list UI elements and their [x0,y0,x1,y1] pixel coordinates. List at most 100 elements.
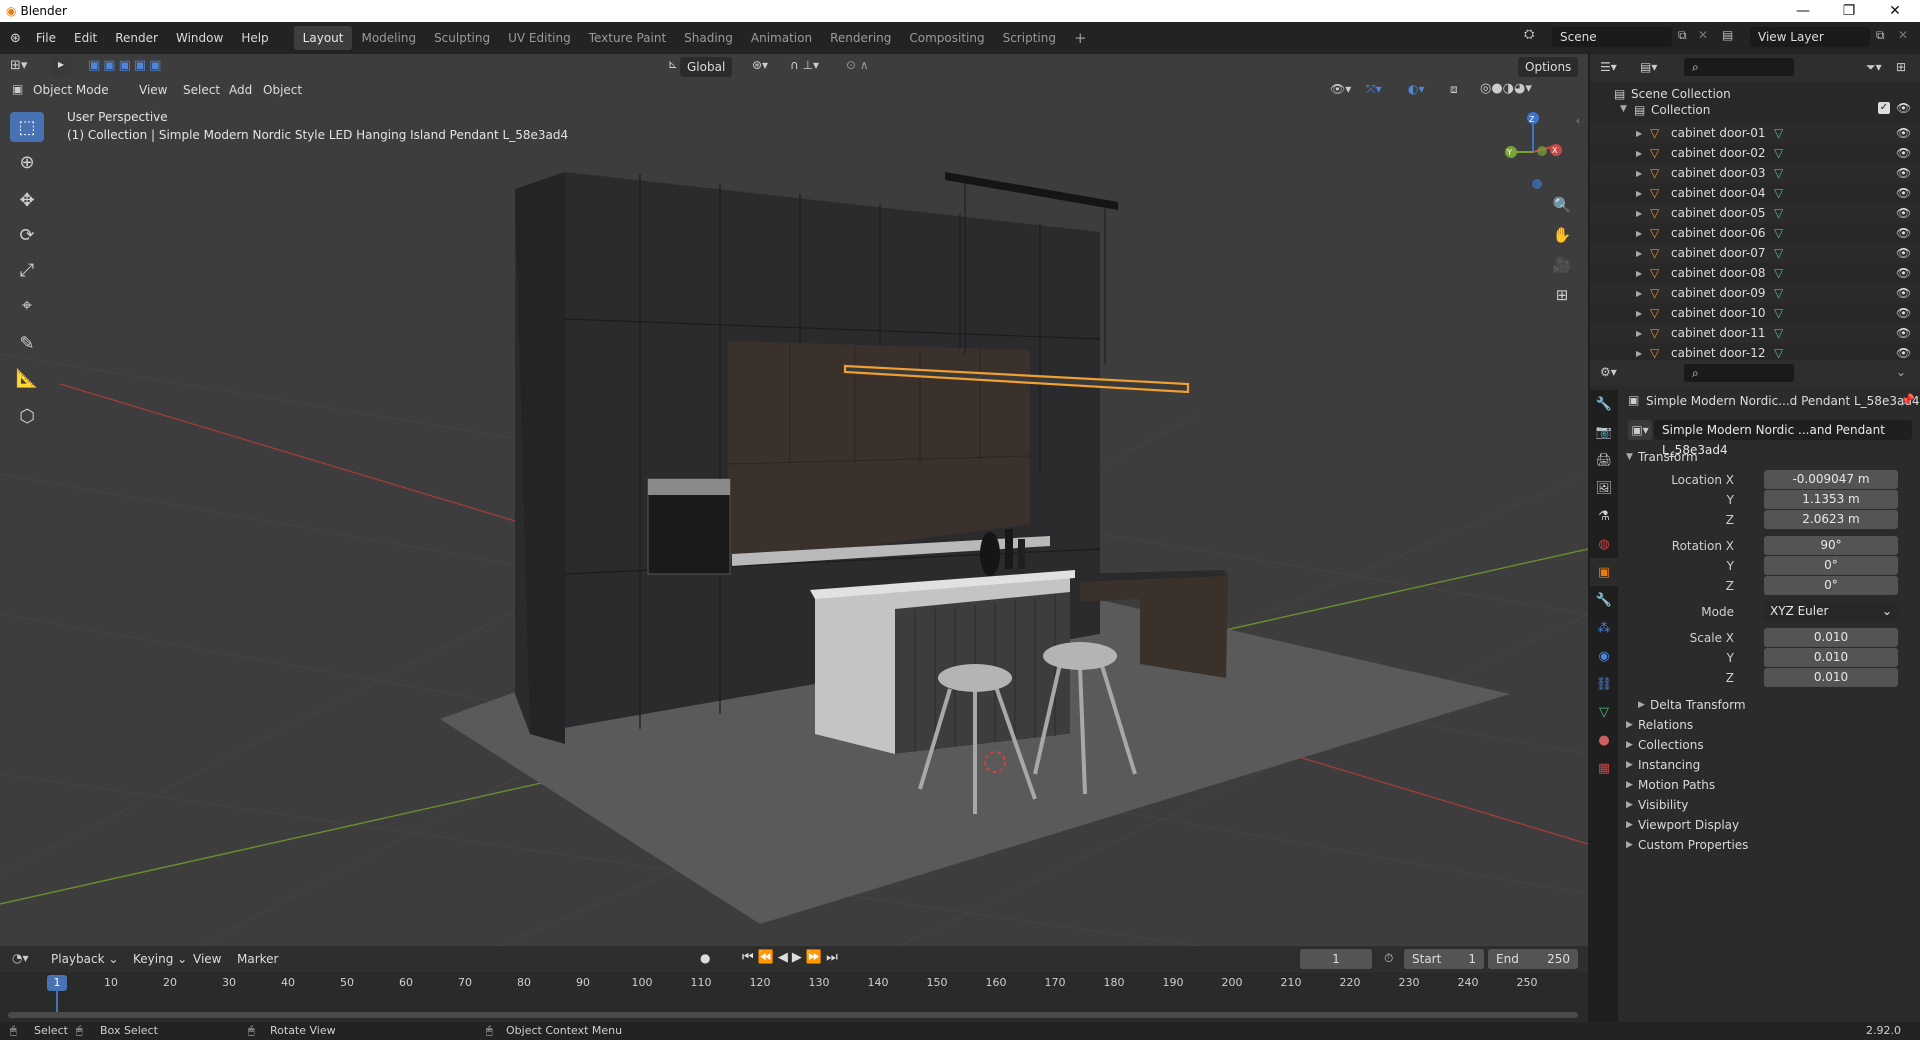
location-y-field[interactable]: 1.1353 m [1764,490,1898,509]
playback-controls-icons[interactable]: ⏮⏪◀▶⏩⏭ [742,950,842,965]
outliner-item[interactable]: ▶ ▽ cabinet door-10 ▽ 👁 [1590,303,1920,323]
mesh-data-icon[interactable]: ▽ [1774,166,1783,180]
physics-tab-icon[interactable]: ◉ [1590,642,1618,670]
scene-icon[interactable]: ⛭ [1524,27,1534,42]
panel-instancing[interactable]: ▶ Instancing [1618,754,1920,776]
data-tab-icon[interactable]: ▽ [1590,698,1618,726]
3d-viewport[interactable]: Z Y X ⊞▾ ▸ ▣▣▣▣▣ ⊾ Global ⊛▾ ∩ ⊥▾ ⊙ ∧ Op… [0,54,1588,946]
tab-shading[interactable]: Shading [675,26,742,50]
select-box-tool-icon[interactable]: ⬚ [10,112,44,142]
particles-tab-icon[interactable]: ⁂ [1590,614,1618,642]
move-tool-icon[interactable]: ✥ [10,185,44,215]
timeline-track[interactable]: 10 20 30 40 50 60 70 80 90 100 110 120 130 140 150 160 1… [0,972,1588,1022]
material-tab-icon[interactable]: ● [1590,726,1618,754]
outliner-item[interactable]: ▶ ▽ cabinet door-12 ▽ 👁 [1590,343,1920,360]
tab-modeling[interactable]: Modeling [352,26,425,50]
collection-expand-icon[interactable]: ▼ [1620,104,1627,114]
visibility-icon[interactable]: 👁 [1896,186,1911,200]
timeline-scrollbar[interactable] [8,1012,1578,1018]
outliner-item-label[interactable]: cabinet door-12 [1671,346,1765,360]
view-layer-field[interactable]: View Layer [1750,27,1870,47]
measure-tool-icon[interactable]: 📐 [10,363,44,393]
scale-z-field[interactable]: 0.010 [1764,668,1898,687]
collection-checkbox[interactable]: ✓ [1878,102,1890,114]
gizmo-toggle-icon[interactable]: ⤧▾ [1366,82,1382,97]
tweak-tool-icon[interactable]: ▸ [50,57,72,77]
outliner-item-label[interactable]: cabinet door-06 [1671,226,1765,240]
record-icon[interactable]: ● [700,951,710,965]
add-cube-tool-icon[interactable]: ⬡ [10,401,44,431]
mesh-data-icon[interactable]: ▽ [1774,306,1783,320]
properties-editor-icon[interactable]: ⚙▾ [1600,365,1617,379]
outliner-item[interactable]: ▶ ▽ cabinet door-06 ▽ 👁 [1590,223,1920,243]
expand-icon[interactable]: ▶ [1636,349,1642,358]
scene-collection-label[interactable]: Scene Collection [1631,87,1731,101]
outliner-item-label[interactable]: cabinet door-11 [1671,326,1765,340]
close-button[interactable]: ✕ [1872,0,1918,22]
mesh-data-icon[interactable]: ▽ [1774,146,1783,160]
end-frame-field[interactable]: End 250 [1488,949,1578,969]
cursor-tool-icon[interactable]: ⊕ [10,147,44,177]
menu-window[interactable]: Window [167,26,232,50]
outliner-item[interactable]: ▶ ▽ cabinet door-03 ▽ 👁 [1590,163,1920,183]
expand-icon[interactable]: ▶ [1636,289,1642,298]
visibility-icon[interactable]: 👁 [1896,346,1911,360]
texture-tab-icon[interactable]: ▦ [1590,754,1618,782]
output-tab-icon[interactable]: 🖨 [1590,446,1618,474]
delta-transform-header[interactable]: ▶ Delta Transform [1618,694,1920,716]
outliner-item-label[interactable]: cabinet door-09 [1671,286,1765,300]
shading-mode-icons[interactable]: ◎●◑◕▾ [1480,81,1532,96]
view-layer-remove-icon[interactable]: ✕ [1898,28,1908,42]
mesh-data-icon[interactable]: ▽ [1774,226,1783,240]
viewport-scene[interactable]: Z Y X [0,54,1588,946]
expand-icon[interactable]: ▶ [1636,129,1642,138]
outliner-item-label[interactable]: cabinet door-03 [1671,166,1765,180]
rotation-mode-dropdown[interactable]: XYZ Euler ⌄ [1764,602,1898,621]
outliner-search-input[interactable]: ⌕ [1684,58,1794,76]
collection-visibility-icon[interactable]: 👁 [1896,101,1911,115]
menu-object[interactable]: Object [256,80,309,100]
mesh-data-icon[interactable]: ▽ [1774,346,1783,360]
outliner-item-label[interactable]: cabinet door-05 [1671,206,1765,220]
menu-file[interactable]: File [27,26,65,50]
outliner-item[interactable]: ▶ ▽ cabinet door-01 ▽ 👁 [1590,123,1920,143]
menu-help[interactable]: Help [232,26,277,50]
render-tab-icon[interactable]: 📷 [1590,418,1618,446]
mesh-data-icon[interactable]: ▽ [1774,126,1783,140]
scene-copy-icon[interactable]: ⧉ [1678,28,1687,43]
mesh-data-icon[interactable]: ▽ [1774,246,1783,260]
tab-animation[interactable]: Animation [742,26,821,50]
expand-icon[interactable]: ▶ [1636,249,1642,258]
marker-menu[interactable]: Marker [230,949,285,969]
outliner-item-label[interactable]: cabinet door-08 [1671,266,1765,280]
visibility-icon[interactable]: 👁 [1896,146,1911,160]
menu-view[interactable]: View [132,80,174,100]
visibility-icon[interactable]: 👁 [1896,166,1911,180]
editor-type-icon[interactable]: ⊞▾ [10,58,27,73]
mesh-data-icon[interactable]: ▽ [1774,206,1783,220]
outliner-item[interactable]: ▶ ▽ cabinet door-05 ▽ 👁 [1590,203,1920,223]
expand-icon[interactable]: ▶ [1636,329,1642,338]
filter-icon[interactable]: ⏷▾ [1866,60,1882,75]
expand-icon[interactable]: ▶ [1636,169,1642,178]
mesh-data-icon[interactable]: ▽ [1774,326,1783,340]
expand-icon[interactable]: ▶ [1636,209,1642,218]
panel-collections[interactable]: ▶ Collections [1618,734,1920,756]
options-dropdown[interactable]: Options [1518,57,1579,77]
navigation-gizmo[interactable]: Z Y X [1505,112,1562,189]
outliner-item-label[interactable]: cabinet door-02 [1671,146,1765,160]
panel-motion-paths[interactable]: ▶ Motion Paths [1618,774,1920,796]
transform-tool-icon[interactable]: ⌖ [10,290,44,320]
outliner-item[interactable]: ▶ ▽ cabinet door-08 ▽ 👁 [1590,263,1920,283]
visibility-filter-icon[interactable]: 👁▾ [1330,82,1351,96]
rotate-tool-icon[interactable]: ⟳ [10,220,44,250]
world-tab-icon[interactable]: ◍ [1590,530,1618,558]
scene-remove-icon[interactable]: ✕ [1698,28,1708,42]
rotation-x-field[interactable]: 90° [1764,536,1898,555]
zoom-icon[interactable]: 🔍 [1548,191,1576,219]
object-tab-icon[interactable]: ▣ [1590,558,1618,586]
location-x-field[interactable]: -0.009047 m [1764,470,1898,489]
panel-custom-properties[interactable]: ▶ Custom Properties [1618,834,1920,856]
expand-icon[interactable]: ▶ [1636,229,1642,238]
menu-edit[interactable]: Edit [65,26,106,50]
